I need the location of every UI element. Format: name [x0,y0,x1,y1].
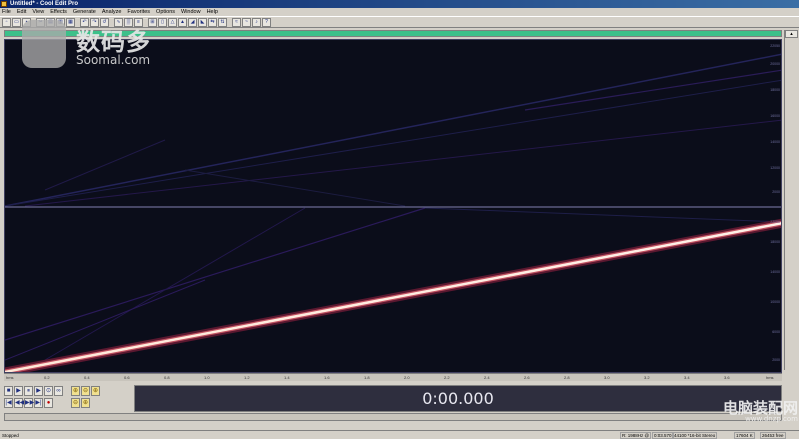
play-looped-button[interactable]: ⊙ [44,386,53,396]
menu-bar: File Edit View Effects Generate Analyze … [0,8,799,16]
open-file-button[interactable]: ▭ [12,17,21,27]
time-display: 0:00.000 [134,385,782,412]
menu-help[interactable]: Help [207,9,218,15]
zoom-out-button[interactable]: ⊖ [81,386,90,396]
status-format: 44100 *16-bit Stereo [672,432,718,439]
sweep-line [5,222,781,372]
menu-options[interactable]: Options [156,9,175,15]
scroll-up-button[interactable]: ▴ [785,30,798,38]
play-to-end-button[interactable]: ▶ [34,386,43,396]
zoom-in-right-button[interactable]: ⊕ [81,398,90,408]
soomal-logo-icon [22,20,66,68]
watermark-dnzp: 电脑装配网 www.dnzp.com [710,397,798,431]
noise-reduction-button[interactable]: ≈ [232,17,241,27]
time-value: 0:00.000 [422,389,494,408]
time-ruler: hms 0.2 0.4 0.6 0.8 1.0 1.2 1.4 1.6 1.8 2.0 2.2 … [4,373,782,381]
menu-favorites[interactable]: Favorites [127,9,150,15]
record-button[interactable]: ● [44,398,53,408]
harmonic-line [5,207,426,341]
harmonic-line [424,207,781,223]
normalize-button[interactable]: ▲ [178,17,187,27]
fade-button[interactable]: ◢ [188,17,197,27]
harmonic-line [5,79,781,207]
status-free: 26453 free [760,432,786,439]
pause-button[interactable]: ⏸ [24,386,33,396]
new-file-button[interactable]: ▫ [2,17,11,27]
invert-button[interactable]: ⇅ [218,17,227,27]
menu-generate[interactable]: Generate [73,9,96,15]
status-text: Stopped [2,432,19,438]
transport-controls: ■ ▶ ⏸ ▶ ⊙ ∞ ⊕ ⊖ ⊕ |◀ ◀◀ ▶▶ ▶| ● ⊖ ⊕ [4,386,130,410]
title-bar: Untitled* - Cool Edit Pro [0,0,799,8]
harmonic-line [524,69,781,111]
watermark-soomal: 数码多 Soomal.com [22,18,162,74]
zoom-full-button[interactable]: ⊕ [91,386,100,396]
envelope-button[interactable]: ◣ [198,17,207,27]
help-button[interactable]: ? [262,17,271,27]
stop-button[interactable]: ■ [4,386,13,396]
hiss-reduction-button[interactable]: ~ [242,17,251,27]
watermark-en: Soomal.com [76,53,151,67]
window-title: Untitled* - Cool Edit Pro [10,1,78,7]
menu-edit[interactable]: Edit [17,9,26,15]
fast-forward-button[interactable]: ▶▶ [24,398,34,408]
frequency-axis: 22050 20000 18000 16000 14000 12000 2000 220… [770,44,780,362]
app-window: Untitled* - Cool Edit Pro File Edit View… [0,0,799,439]
amplify-button[interactable]: △ [168,17,177,27]
watermark2-en: www.dnzp.com [745,415,798,423]
harmonic-line [24,119,781,207]
horizontal-scrollbar[interactable] [4,413,782,421]
status-time: 0:03.570 [652,432,674,439]
harmonic-line [5,279,206,361]
menu-effects[interactable]: Effects [50,9,67,15]
status-cursor: R: 1988Hz @ [620,432,652,439]
menu-window[interactable]: Window [181,9,201,15]
spectrogram-svg [5,53,781,372]
play-button[interactable]: ▶ [14,386,23,396]
tone-button[interactable]: ♪ [252,17,261,27]
watermark-cn: 数码多 [76,28,151,56]
vertical-scrollbar[interactable]: ▴ [784,30,798,370]
go-to-start-button[interactable]: |◀ [4,398,13,408]
zoom-in-button[interactable]: ⊕ [71,386,80,396]
zoom-in-left-button[interactable]: ⊖ [71,398,80,408]
harmonic-line [5,53,781,207]
app-icon [1,1,7,7]
go-to-end-button[interactable]: ▶| [34,398,43,408]
status-bar: Stopped R: 1988Hz @ 0:03.570 44100 *16-b… [0,430,799,439]
status-size: 17604 K [734,432,755,439]
menu-file[interactable]: File [2,9,11,15]
reverse-button[interactable]: ⇆ [208,17,217,27]
menu-view[interactable]: View [32,9,44,15]
loop-button[interactable]: ∞ [54,386,63,396]
rewind-button[interactable]: ◀◀ [14,398,24,408]
menu-analyze[interactable]: Analyze [102,9,122,15]
spectral-view[interactable]: 22050 20000 18000 16000 14000 12000 2000 220… [4,39,782,373]
